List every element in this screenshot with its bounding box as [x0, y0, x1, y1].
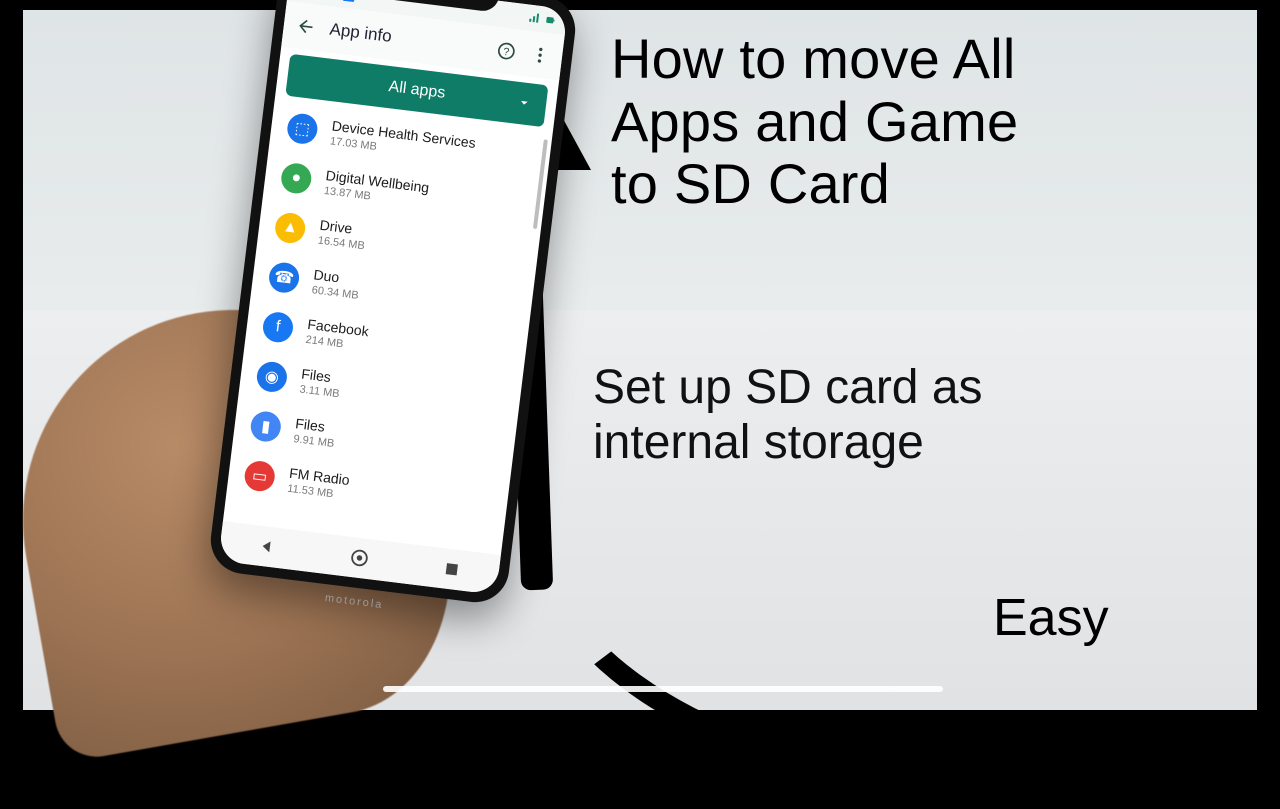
app-icon: ▭	[243, 459, 276, 492]
dropdown-label: All apps	[388, 78, 447, 103]
signal-icon	[528, 12, 541, 25]
overflow-icon[interactable]	[529, 44, 551, 66]
video-progress-bar[interactable]	[383, 686, 943, 692]
easy-label: Easy	[993, 588, 1109, 648]
battery-icon	[544, 14, 557, 27]
video-thumbnail: How to move All Apps and Game to SD Card…	[23, 10, 1257, 710]
subheadline: Set up SD card as internal storage	[593, 360, 1253, 470]
app-name: Files	[301, 366, 343, 387]
app-size: 3.11 MB	[299, 383, 340, 400]
back-icon[interactable]	[295, 15, 317, 37]
facebook-icon	[343, 0, 356, 2]
app-icon: ◉	[255, 360, 288, 393]
headline-line-1: How to move All	[611, 28, 1231, 91]
nav-back-icon[interactable]	[255, 534, 280, 559]
subheadline-line-2: internal storage	[593, 415, 1253, 470]
app-icon: f	[261, 311, 294, 344]
app-icon: ☎	[267, 261, 300, 294]
svg-text:?: ?	[502, 46, 509, 59]
app-icon: ▲	[273, 211, 306, 244]
headline: How to move All Apps and Game to SD Card	[611, 28, 1231, 216]
headline-line-3: to SD Card	[611, 153, 1231, 216]
headline-line-2: Apps and Game	[611, 91, 1231, 154]
nav-recent-icon[interactable]	[440, 557, 465, 582]
app-icon: ⬚	[286, 112, 319, 145]
phone-screen: 9:35	[218, 0, 568, 595]
nav-home-icon[interactable]	[347, 546, 372, 571]
help-icon[interactable]: ?	[495, 40, 517, 62]
chevron-down-icon	[515, 94, 533, 112]
subheadline-line-1: Set up SD card as	[593, 360, 1253, 415]
app-icon: ●	[280, 162, 313, 195]
app-list[interactable]: ⬚Device Health Services17.03 MB●Digital …	[223, 100, 553, 555]
app-icon: ▮	[249, 410, 282, 443]
page-title: App info	[328, 19, 483, 58]
app-size: 9.91 MB	[293, 433, 335, 450]
